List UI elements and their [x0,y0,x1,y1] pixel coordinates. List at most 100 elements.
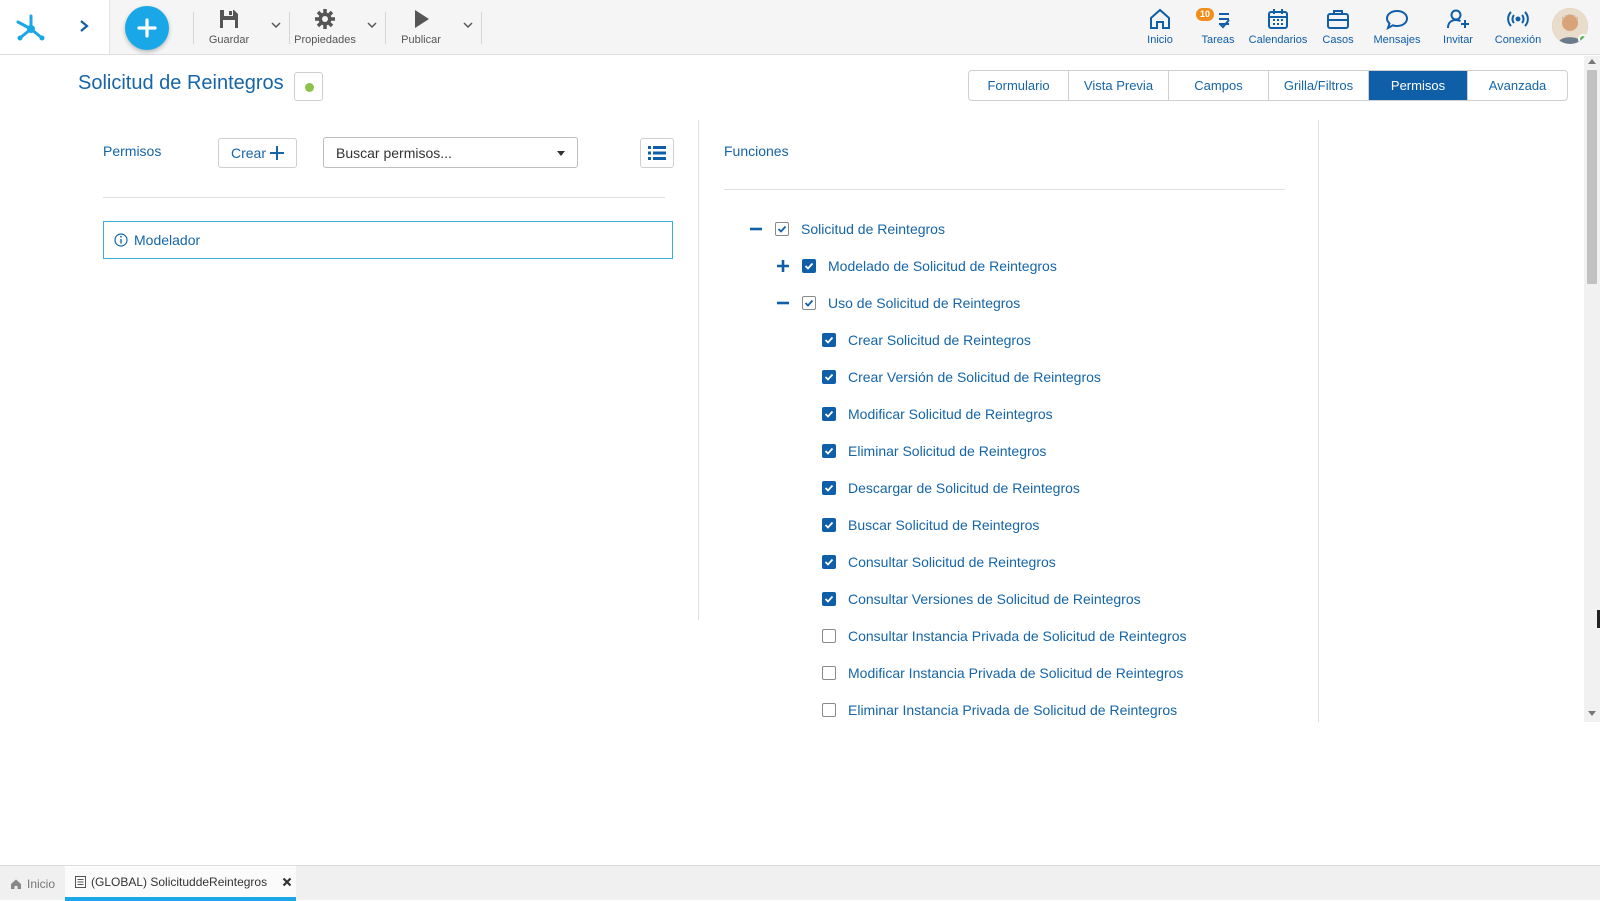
checkbox-unchecked[interactable] [822,703,836,717]
check-icon [824,484,834,492]
tree-row: Descargar de Solicitud de Reintegros [822,477,1080,499]
scrollbar-thumb[interactable] [1587,70,1597,284]
tree-row: Eliminar Instancia Privada de Solicitud … [822,699,1177,721]
properties-button[interactable]: Propiedades [294,8,356,48]
bottom-tab-inicio[interactable]: Inicio [10,866,67,901]
tree-label[interactable]: Modelado de Solicitud de Reintegros [828,258,1057,274]
close-icon[interactable] [282,877,292,887]
permission-item-label: Modelador [134,232,201,248]
publish-button[interactable]: Publicar [399,8,443,48]
tree-label[interactable]: Descargar de Solicitud de Reintegros [848,480,1080,496]
tree-label[interactable]: Consultar Versiones de Solicitud de Rein… [848,591,1141,607]
tree-label[interactable]: Crear Solicitud de Reintegros [848,332,1031,348]
collapse-icon[interactable] [749,222,763,236]
app-logo-icon[interactable] [12,8,50,46]
expand-chevron-icon[interactable] [76,16,92,36]
tree-label[interactable]: Eliminar Instancia Privada de Solicitud … [848,702,1177,718]
checkbox-unchecked[interactable] [822,629,836,643]
toolbar-divider [193,12,194,44]
checkbox-unchecked[interactable] [822,666,836,680]
status-dot [305,83,314,92]
check-icon [777,225,787,233]
collapse-icon[interactable] [776,296,790,310]
tree-row: Consultar Instancia Privada de Solicitud… [822,625,1187,647]
nav-calendars[interactable]: Calendarios [1248,6,1308,50]
avatar[interactable] [1552,8,1588,44]
bottom-tab-label: Inicio [27,876,56,891]
checkbox-checked[interactable] [802,259,816,273]
tree-row: Modificar Instancia Privada de Solicitud… [822,662,1183,684]
nav-connection[interactable]: Conexión [1494,6,1542,50]
expand-icon[interactable] [776,259,790,273]
online-status-dot [1578,34,1588,44]
publish-dropdown-icon[interactable] [462,19,474,31]
nav-home-label: Inicio [1147,34,1173,46]
nav-messages[interactable]: Mensajes [1373,6,1421,50]
tab-permisos[interactable]: Permisos [1369,71,1468,100]
save-button[interactable]: Guardar [207,8,251,48]
home-icon [11,879,21,889]
tab-vista-previa[interactable]: Vista Previa [1069,71,1169,100]
tab-avanzada[interactable]: Avanzada [1468,71,1567,100]
nav-cases-label: Casos [1322,34,1354,46]
nav-connection-label: Conexión [1494,34,1542,46]
status-indicator-button[interactable] [294,72,323,101]
permission-item-modelador[interactable]: Modelador [103,221,673,259]
nav-cases[interactable]: Casos [1321,6,1355,50]
bottom-tab-form[interactable]: (GLOBAL) SolicituddeReintegros [65,866,296,901]
checkbox-checked[interactable] [822,518,836,532]
tree-row: Crear Versión de Solicitud de Reintegros [822,366,1101,388]
tab-campos[interactable]: Campos [1169,71,1269,100]
save-dropdown-icon[interactable] [270,19,282,31]
tree-label[interactable]: Consultar Solicitud de Reintegros [848,554,1056,570]
checkbox-checked[interactable] [822,370,836,384]
list-view-button[interactable] [640,138,674,168]
logo-area [0,0,110,54]
tree-label[interactable]: Modificar Solicitud de Reintegros [848,406,1053,422]
tree-label[interactable]: Crear Versión de Solicitud de Reintegros [848,369,1101,385]
tree-label[interactable]: Eliminar Solicitud de Reintegros [848,443,1046,459]
create-permission-button[interactable]: Crear [218,138,297,168]
properties-dropdown-icon[interactable] [366,19,378,31]
bottom-tab-bar: Inicio (GLOBAL) SolicituddeReintegros [0,865,1600,901]
play-icon [415,10,429,28]
info-icon [114,233,128,247]
checkbox-checked[interactable] [822,481,836,495]
add-user-icon [1447,9,1469,29]
checkbox-checked[interactable] [775,222,789,236]
tree-label[interactable]: Buscar Solicitud de Reintegros [848,517,1039,533]
save-label: Guardar [208,34,250,46]
properties-label: Propiedades [294,34,356,46]
nav-invite[interactable]: Invitar [1440,6,1476,50]
checkbox-checked[interactable] [802,296,816,310]
tab-grilla-filtros[interactable]: Grilla/Filtros [1269,71,1369,100]
scroll-up-arrow-icon[interactable] [1588,59,1596,64]
checkbox-checked[interactable] [822,407,836,421]
list-icon [648,146,666,160]
tab-formulario[interactable]: Formulario [969,71,1069,100]
permission-search-select[interactable]: Buscar permisos... [323,137,578,168]
check-icon [804,262,814,270]
checkbox-checked[interactable] [822,555,836,569]
panel-divider [1318,120,1319,722]
tree-row: Consultar Solicitud de Reintegros [822,551,1056,573]
calendar-icon [1268,9,1288,29]
checkbox-checked[interactable] [822,333,836,347]
briefcase-icon [1327,10,1349,29]
plus-icon [270,146,284,160]
tree-label[interactable]: Modificar Instancia Privada de Solicitud… [848,665,1183,681]
gear-icon [315,9,335,29]
tree-label[interactable]: Consultar Instancia Privada de Solicitud… [848,628,1187,644]
tree-row: Eliminar Solicitud de Reintegros [822,440,1046,462]
add-button[interactable] [125,6,169,50]
scroll-down-arrow-icon[interactable] [1588,711,1596,716]
tree-label[interactable]: Solicitud de Reintegros [801,221,945,237]
toolbar-divider [385,12,386,44]
tree-row: Modelado de Solicitud de Reintegros [776,255,1057,277]
checkbox-checked[interactable] [822,444,836,458]
nav-home[interactable]: Inicio [1143,6,1177,50]
checkbox-checked[interactable] [822,592,836,606]
nav-tasks[interactable]: 10 Tareas [1196,6,1238,50]
panel-divider [698,120,699,620]
tree-label[interactable]: Uso de Solicitud de Reintegros [828,295,1020,311]
